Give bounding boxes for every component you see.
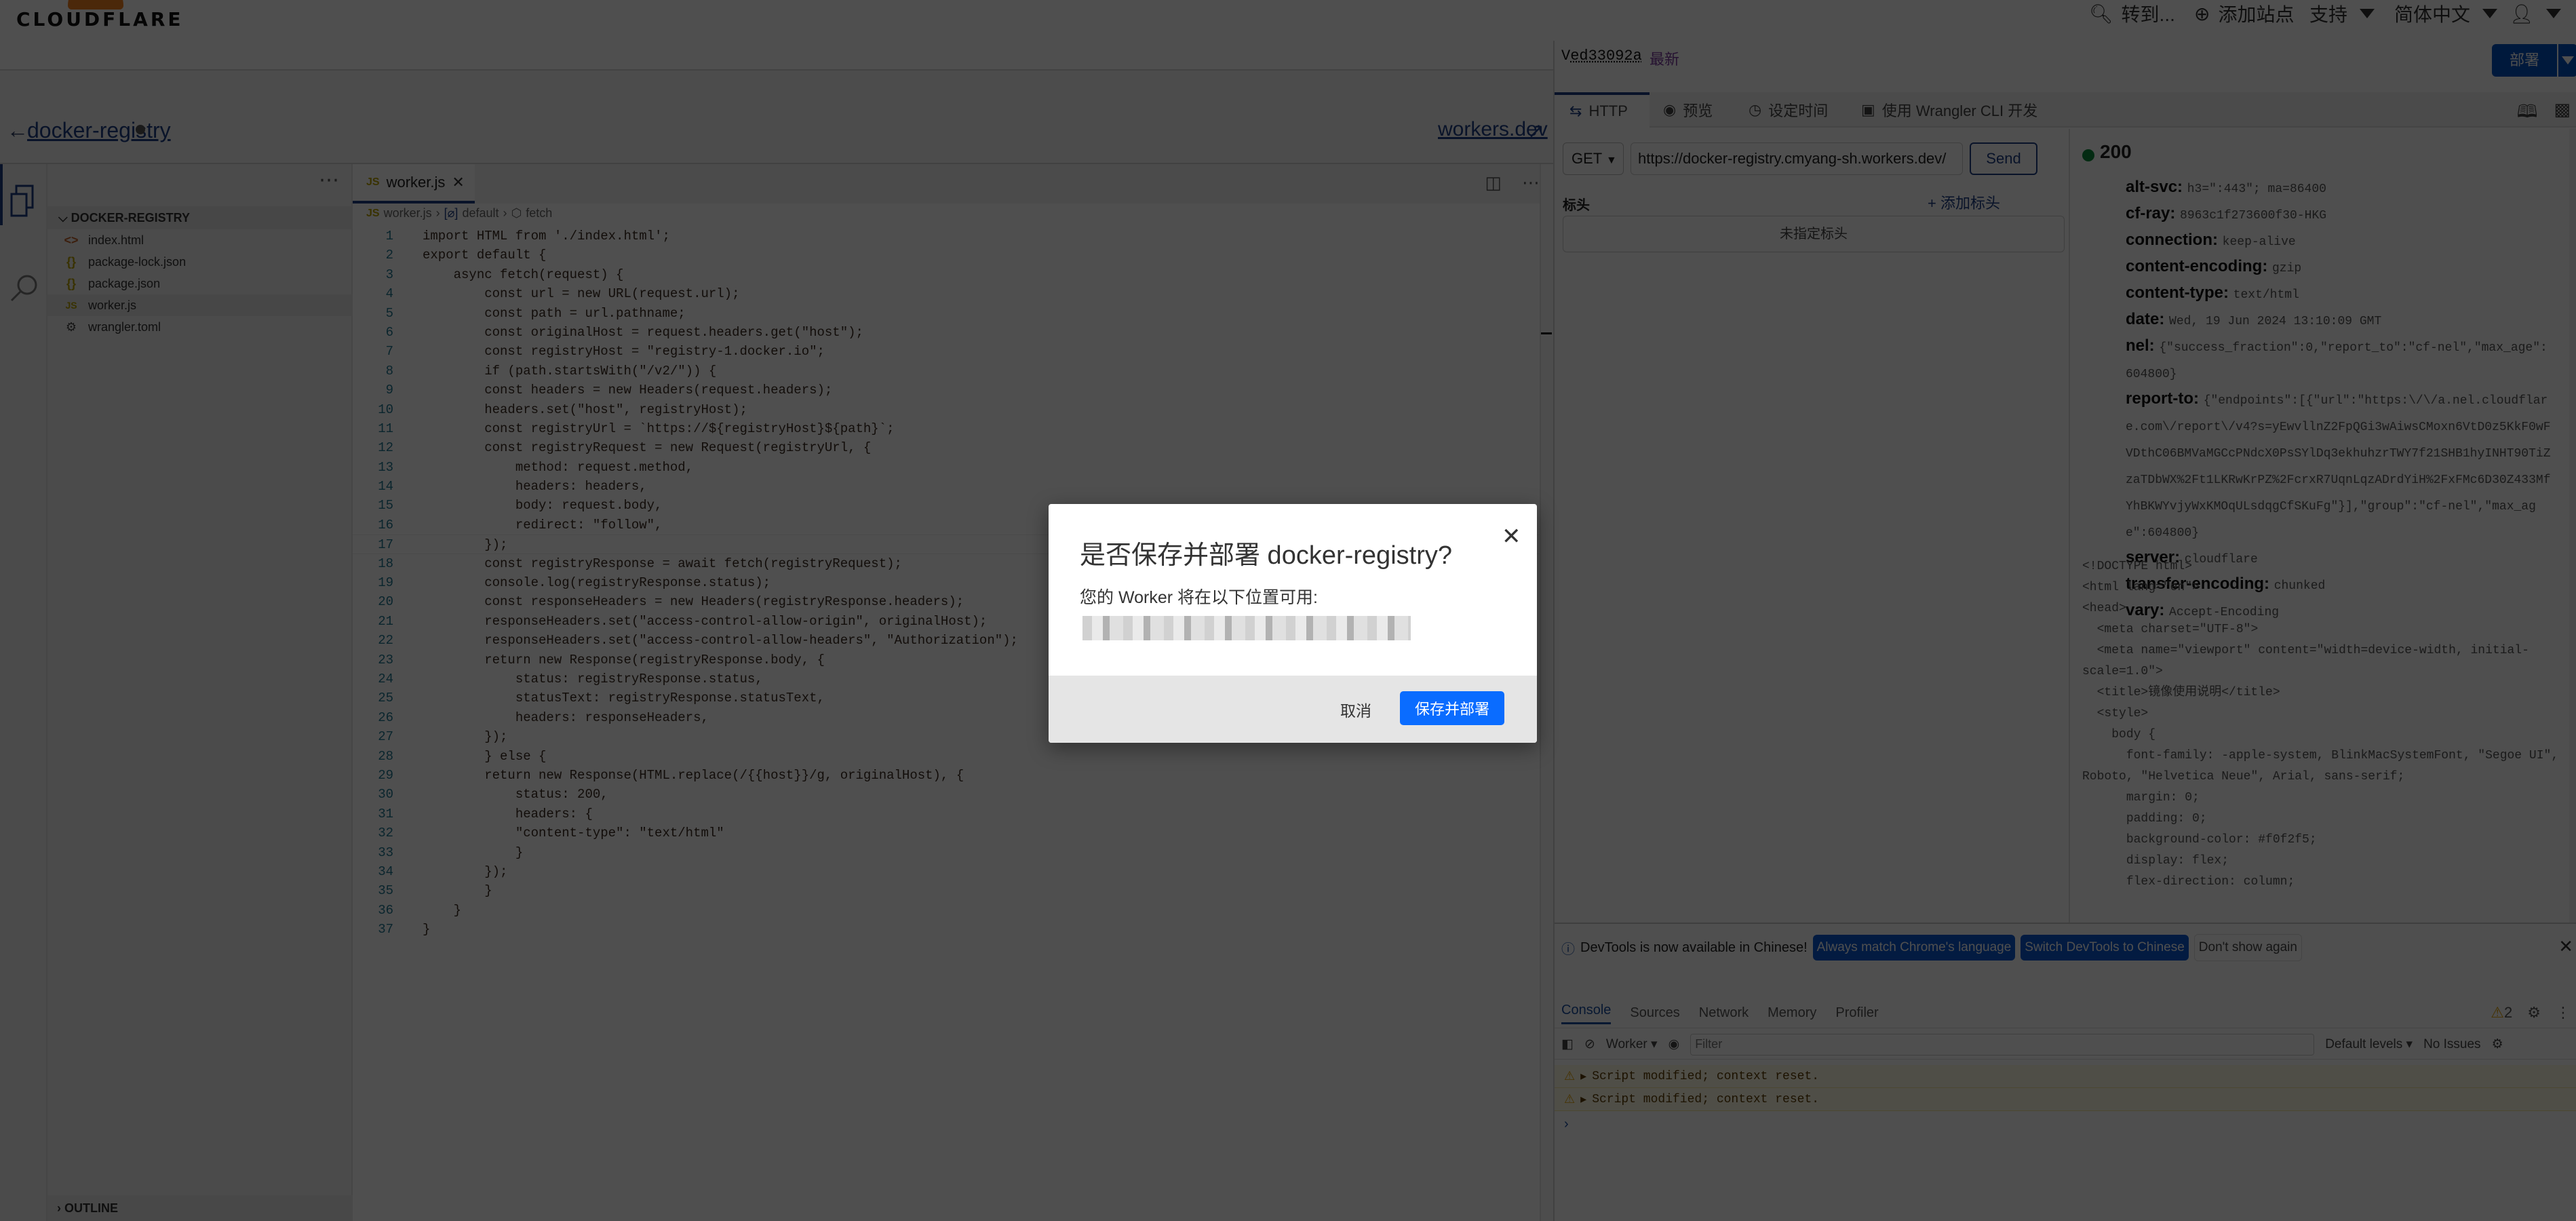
redacted-worker-url [1082,616,1411,640]
dialog-footer: 取消 保存并部署 [1049,676,1537,743]
cancel-button[interactable]: 取消 [1340,698,1371,721]
dialog-title: 是否保存并部署 docker-registry? [1080,541,1452,570]
save-and-deploy-button[interactable]: 保存并部署 [1400,691,1504,725]
dialog-message: 您的 Worker 将在以下位置可用: [1080,588,1318,607]
save-deploy-dialog: 是否保存并部署 docker-registry? ✕ 您的 Worker 将在以… [1049,504,1537,743]
close-icon[interactable]: ✕ [1502,523,1521,550]
